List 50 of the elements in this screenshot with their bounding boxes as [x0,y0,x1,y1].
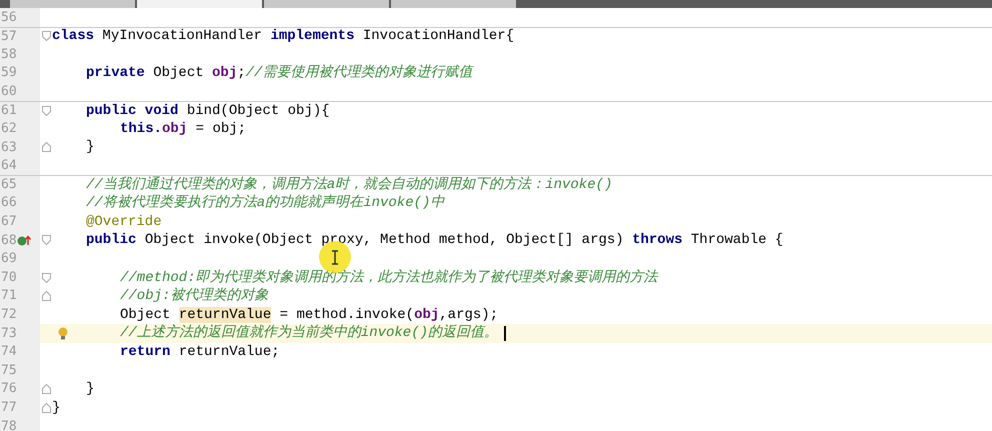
line-number: 75 [0,362,17,380]
code-line: this.obj = obj; [120,120,246,138]
line-number: 74 [0,343,17,362]
code-line: class MyInvocationHandler implements InvocationHandler{ [52,27,514,46]
code-line: @Override [86,212,162,231]
fold-marker-icon[interactable] [42,235,50,246]
code-line: //将被代理类要执行的方法a的功能就声明在invoke()中 [86,194,444,212]
code-line: Object returnValue = method.invoke(obj,args); [120,306,498,324]
fold-marker-icon[interactable] [42,272,50,283]
line-number: 62 [0,120,17,138]
line-number: 56 [0,8,17,27]
lightbulb-icon[interactable] [58,327,68,340]
fold-marker-icon[interactable] [42,402,50,413]
override-icon[interactable] [17,235,31,246]
line-number: 63 [0,138,17,157]
line-number: 65 [0,176,17,194]
code-line: } [52,398,60,417]
line-number: 69 [0,250,17,268]
line-number: 77 [0,399,17,418]
code-line: return returnValue; [120,342,280,361]
line-number: 72 [0,306,17,324]
code-line: public Object invoke(Object proxy, Method method, Object[] args) throws Throwable { [86,231,784,250]
code-line: //method:即为代理类对象调用的方法，此方法也就作为了被代理类对象要调用的方法 [120,268,658,287]
code-line: } [86,380,94,398]
code-line: //obj:被代理类的对象 [120,287,268,306]
fold-marker-icon[interactable] [42,384,50,394]
code-line: //当我们通过代理类的对象，调用方法a时，就会自动的调用如下的方法：invoke() [86,176,612,194]
line-number: 61 [0,102,17,120]
line-number: 58 [0,46,17,64]
line-number: 70 [0,268,17,287]
code-line: } [86,138,94,156]
line-number: 73 [0,324,17,343]
line-number: 71 [0,287,17,306]
line-number: 59 [0,64,17,82]
fold-marker-icon[interactable] [42,31,50,42]
fold-marker-icon[interactable] [42,106,50,116]
line-number: 66 [0,194,17,212]
line-number: 64 [0,157,17,176]
fold-marker-icon[interactable] [42,142,50,152]
fold-marker-icon[interactable] [42,291,50,302]
line-number: 67 [0,213,17,232]
code-line: //上述方法的返回值就作为当前类中的invoke()的返回值。 [120,324,498,342]
line-number: 57 [0,28,17,46]
text-caret [504,326,506,341]
line-number: 60 [0,82,17,101]
line-number: 78 [0,418,17,431]
line-number: 76 [0,380,17,398]
line-number: 68 [0,232,17,250]
code-line: private Object obj;//需要使用被代理类的对象进行赋值 [86,64,472,82]
code-line: public void bind(Object obj){ [86,102,330,120]
